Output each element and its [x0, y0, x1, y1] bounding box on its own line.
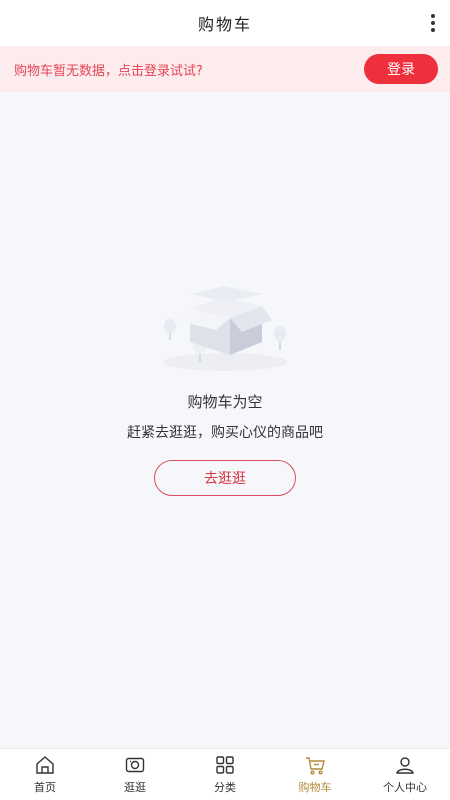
- tab-cart-label: 购物车: [298, 781, 332, 794]
- login-prompt-banner: 购物车暂无数据，点击登录试试? 登录: [0, 46, 450, 92]
- tab-category[interactable]: 分类: [180, 749, 270, 800]
- cart-icon: [306, 757, 325, 775]
- tab-cart[interactable]: 购物车: [270, 749, 360, 800]
- empty-cart-subtitle: 赶紧去逛逛，购买心仪的商品吧: [127, 425, 323, 441]
- tab-browse[interactable]: 逛逛: [90, 749, 180, 800]
- tab-profile[interactable]: 个人中心: [360, 749, 450, 800]
- go-browse-button[interactable]: 去逛逛: [154, 460, 296, 496]
- tab-browse-label: 逛逛: [124, 781, 146, 794]
- tab-category-label: 分类: [214, 781, 236, 794]
- bottom-tab-bar: 首页 逛逛 分类 购物车 个人中心: [0, 748, 450, 800]
- browse-icon: [125, 757, 145, 773]
- login-button[interactable]: 登录: [364, 54, 438, 84]
- empty-cart-title: 购物车为空: [187, 393, 263, 411]
- home-icon: [36, 756, 54, 774]
- login-prompt-text: 购物车暂无数据，点击登录试试?: [14, 63, 203, 79]
- tab-home[interactable]: 首页: [0, 749, 90, 800]
- tab-home-label: 首页: [34, 781, 56, 794]
- top-nav-bar: 购物车: [0, 0, 450, 46]
- more-options-icon[interactable]: [430, 14, 436, 32]
- category-icon: [216, 756, 234, 774]
- empty-cart-state: 购物车为空 赶紧去逛逛，购买心仪的商品吧 去逛逛: [0, 280, 450, 496]
- profile-icon: [396, 757, 414, 774]
- page-title: 购物车: [197, 15, 252, 34]
- empty-box-illustration: [163, 286, 287, 371]
- tab-profile-label: 个人中心: [383, 781, 427, 794]
